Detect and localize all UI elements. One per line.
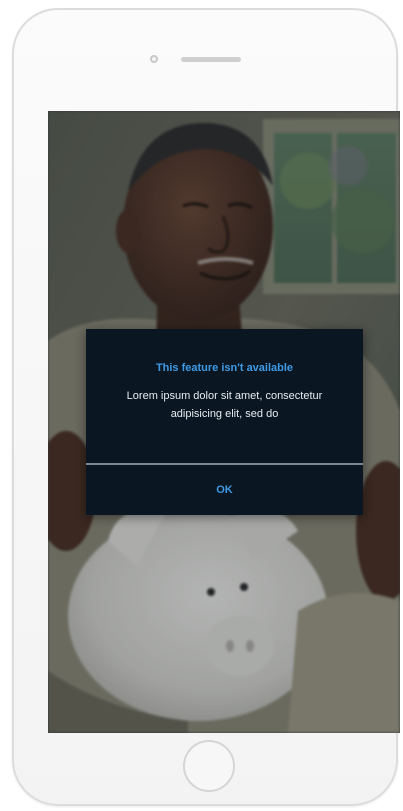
ok-button[interactable]: OK — [86, 465, 363, 515]
front-camera-icon — [150, 55, 158, 63]
home-button[interactable] — [183, 740, 235, 792]
feature-unavailable-dialog: This feature isn't available Lorem ipsum… — [86, 329, 363, 515]
dialog-title: This feature isn't available — [155, 362, 294, 374]
dialog-message: Lorem ipsum dolor sit amet, consectetur … — [126, 390, 323, 420]
speaker-grille — [181, 57, 241, 62]
phone-screen: This feature isn't available Lorem ipsum… — [48, 111, 400, 733]
phone-frame: This feature isn't available Lorem ipsum… — [12, 8, 400, 806]
